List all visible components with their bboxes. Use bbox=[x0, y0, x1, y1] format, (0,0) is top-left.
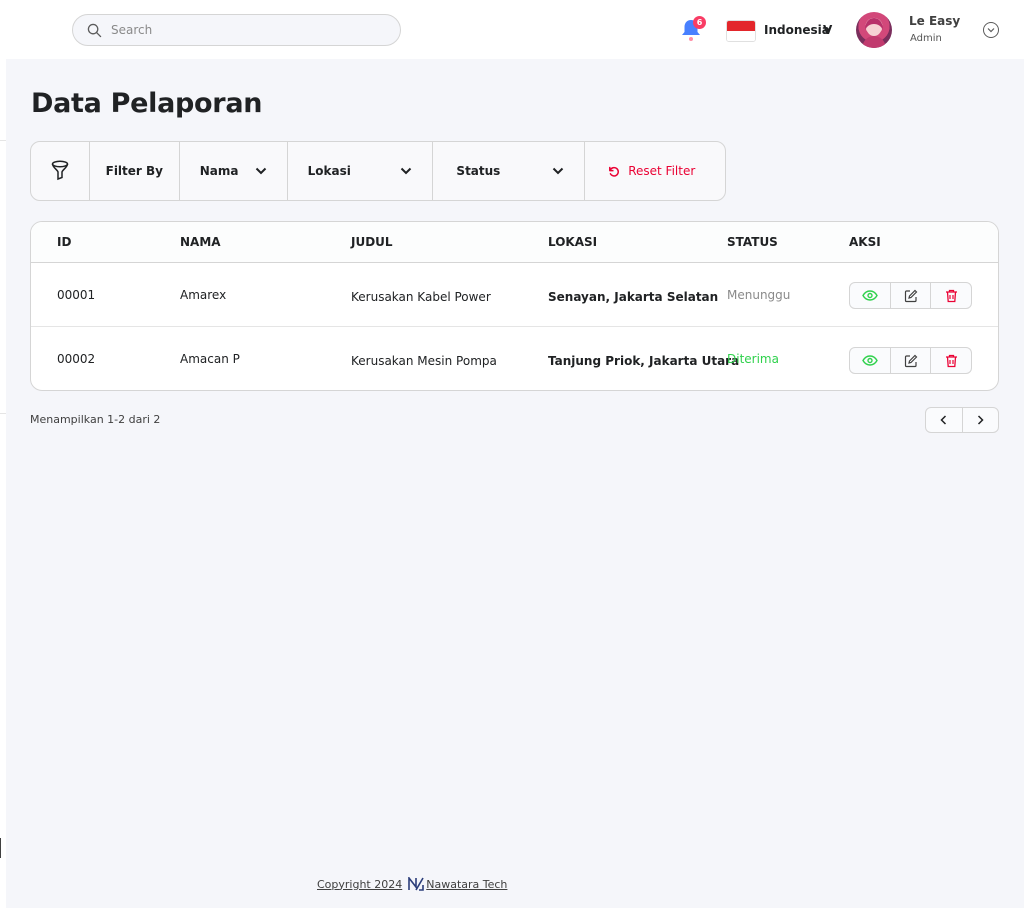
row-actions bbox=[849, 347, 972, 374]
pagination-summary: Menampilkan 1-2 dari 2 bbox=[30, 413, 161, 426]
status-badge: Menunggu bbox=[727, 288, 791, 302]
cell-judul: Kerusakan Kabel Power bbox=[351, 290, 491, 304]
search-icon bbox=[87, 23, 102, 37]
view-button[interactable] bbox=[850, 283, 891, 308]
eye-icon bbox=[862, 355, 878, 366]
filter-status-label: Status bbox=[456, 164, 501, 178]
eye-icon bbox=[862, 290, 878, 301]
cell-nama: Amacan P bbox=[180, 352, 240, 366]
chevron-down-icon bbox=[255, 167, 266, 175]
delete-button[interactable] bbox=[931, 348, 971, 373]
user-name: Le Easy bbox=[909, 14, 961, 28]
edit-button[interactable] bbox=[891, 283, 932, 308]
cell-nama: Amarex bbox=[180, 288, 227, 302]
edit-icon bbox=[904, 354, 917, 367]
cell-judul: Kerusakan Mesin Pompa bbox=[351, 354, 497, 368]
chevron-left-icon bbox=[940, 415, 947, 425]
table-row: 00001 Amarex Kerusakan Kabel Power Senay… bbox=[31, 263, 998, 327]
table-header: ID NAMA JUDUL LOKASI STATUS AKSI bbox=[31, 222, 998, 263]
user-role: Admin bbox=[910, 33, 942, 44]
trash-icon bbox=[945, 289, 957, 302]
footer-brand-link[interactable]: Nawatara Tech bbox=[426, 878, 507, 891]
top-bar: 6 Indonesia V Le Easy Admin bbox=[0, 0, 1024, 59]
report-table: ID NAMA JUDUL LOKASI STATUS AKSI 00001 A… bbox=[30, 221, 999, 391]
cell-lokasi: Senayan, Jakarta Selatan bbox=[548, 290, 719, 304]
cell-lokasi: Tanjung Priok, Jakarta Utara bbox=[548, 354, 740, 368]
nawatara-logo-icon bbox=[408, 877, 425, 891]
footer: Copyright 2024 Nawatara Tech bbox=[317, 877, 507, 891]
next-page-button[interactable] bbox=[963, 408, 999, 432]
chevron-down-icon bbox=[401, 167, 412, 175]
table-row: 00002 Amacan P Kerusakan Mesin Pompa Tan… bbox=[31, 328, 998, 390]
search-box[interactable] bbox=[72, 14, 401, 46]
chevron-down-icon bbox=[553, 167, 564, 175]
cell-id: 00001 bbox=[57, 288, 96, 302]
notification-badge: 6 bbox=[693, 16, 706, 29]
column-header-id: ID bbox=[57, 235, 72, 249]
filter-lokasi-dropdown[interactable]: Lokasi bbox=[288, 142, 434, 200]
avatar[interactable] bbox=[856, 12, 892, 48]
search-input[interactable] bbox=[111, 23, 371, 37]
delete-button[interactable] bbox=[931, 283, 971, 308]
notification-button[interactable]: 6 bbox=[680, 16, 706, 42]
column-header-aksi: AKSI bbox=[849, 235, 881, 249]
reset-filter-button[interactable]: Reset Filter bbox=[585, 142, 725, 200]
column-header-judul: JUDUL bbox=[351, 235, 393, 249]
chevron-down-icon bbox=[987, 28, 995, 33]
filter-bar: Filter By Nama Lokasi Status Reset Filte… bbox=[30, 141, 726, 201]
row-actions bbox=[849, 282, 972, 309]
filter-lokasi-label: Lokasi bbox=[307, 164, 351, 178]
cell-id: 00002 bbox=[57, 352, 96, 366]
page-title: Data Pelaporan bbox=[31, 88, 263, 119]
profile-menu-button[interactable] bbox=[983, 22, 999, 38]
column-header-nama: NAMA bbox=[180, 235, 221, 249]
trash-icon bbox=[945, 354, 957, 367]
pagination-controls bbox=[925, 407, 999, 433]
reset-filter-label: Reset Filter bbox=[628, 164, 696, 178]
view-button[interactable] bbox=[850, 348, 891, 373]
filter-nama-dropdown[interactable]: Nama bbox=[180, 142, 288, 200]
filter-by-label: Filter By bbox=[90, 142, 180, 200]
footer-copyright: Copyright 2024 bbox=[317, 877, 403, 891]
language-dropdown-toggle[interactable]: V bbox=[823, 23, 832, 37]
column-header-lokasi: LOKASI bbox=[548, 235, 598, 249]
previous-page-button[interactable] bbox=[926, 408, 963, 432]
status-badge: Diterima bbox=[727, 352, 779, 366]
reset-icon bbox=[609, 166, 620, 177]
indonesia-flag-icon[interactable] bbox=[726, 20, 756, 42]
filter-icon bbox=[51, 160, 69, 181]
window-edge bbox=[0, 838, 1, 858]
edit-icon bbox=[904, 289, 917, 302]
filter-nama-label: Nama bbox=[199, 164, 239, 178]
language-label[interactable]: Indonesia bbox=[764, 23, 830, 37]
filter-icon-cell bbox=[31, 142, 90, 200]
column-header-status: STATUS bbox=[727, 235, 778, 249]
edit-button[interactable] bbox=[891, 348, 932, 373]
chevron-right-icon bbox=[977, 415, 984, 425]
filter-status-dropdown[interactable]: Status bbox=[433, 142, 586, 200]
